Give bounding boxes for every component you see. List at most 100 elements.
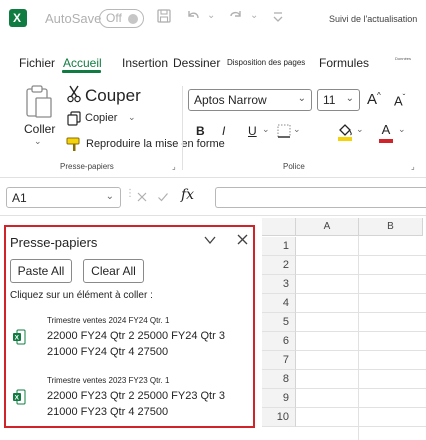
paste-dropdown-icon[interactable]: ⌄ — [34, 136, 42, 147]
font-size-combo[interactable]: 11 ⌄ — [317, 89, 360, 111]
copy-icon[interactable] — [67, 111, 81, 131]
clipboard-item-content: 22000 FY23 Qtr 2 25000 FY23 Qtr 3 21000 … — [47, 390, 225, 418]
grid-row[interactable] — [296, 275, 426, 294]
copy-button[interactable]: Copier — [85, 112, 117, 124]
grid-row[interactable] — [296, 408, 426, 427]
group-divider — [182, 86, 183, 170]
tab-dessiner[interactable]: Dessiner — [173, 56, 220, 70]
underline-button[interactable]: U — [248, 124, 257, 138]
bold-button[interactable]: B — [196, 124, 205, 138]
fill-color-dropdown-icon[interactable]: ⌄ — [356, 124, 364, 135]
paste-icon[interactable] — [24, 84, 54, 125]
underline-dropdown-icon[interactable]: ⌄ — [262, 124, 270, 135]
font-color-button[interactable]: A — [378, 121, 394, 143]
font-color-swatch — [379, 139, 393, 143]
column-header-a[interactable]: A — [296, 218, 359, 236]
formula-input[interactable] — [215, 187, 426, 208]
column-header-b[interactable]: B — [359, 218, 423, 236]
save-icon[interactable] — [156, 8, 172, 28]
document-title[interactable]: Suivi de l'actualisation — [329, 14, 417, 24]
font-name-dropdown-icon[interactable]: ⌄ — [298, 93, 306, 104]
clipboard-group-label: Presse-papiers — [60, 162, 114, 171]
name-box-dropdown-icon[interactable]: ⌄ — [106, 191, 114, 202]
font-color-dropdown-icon[interactable]: ⌄ — [398, 124, 406, 135]
autosave-toggle[interactable]: Off — [99, 9, 144, 28]
tab-insertion[interactable]: Insertion — [122, 56, 168, 70]
decrease-font-size-icon[interactable]: Aˇ — [394, 93, 405, 108]
format-painter-button[interactable]: Reproduire la mise en forme — [86, 138, 225, 150]
row-header[interactable]: 5 — [262, 313, 296, 332]
tab-formules[interactable]: Formules — [319, 56, 369, 70]
clipboard-hint: Cliquez sur un élément à coller : — [10, 290, 153, 301]
row-header[interactable]: 10 — [262, 408, 296, 427]
clipboard-launcher-icon[interactable]: ⌟ — [172, 162, 176, 171]
grid-row[interactable] — [296, 294, 426, 313]
row-header[interactable]: 7 — [262, 351, 296, 370]
row-header[interactable]: 8 — [262, 370, 296, 389]
font-launcher-icon[interactable]: ⌟ — [411, 162, 415, 171]
autosave-label: AutoSave — [45, 11, 102, 26]
cancel-icon[interactable] — [136, 190, 148, 208]
tab-disposition-des-pages[interactable]: Disposition des pages — [227, 58, 305, 67]
pane-options-chevron-icon[interactable] — [203, 233, 217, 252]
insert-function-icon[interactable]: fx — [181, 187, 194, 203]
tab-fichier[interactable]: Fichier — [19, 56, 55, 70]
drag-handle-icon[interactable]: ⋮ — [125, 188, 135, 199]
grid-row[interactable] — [296, 389, 426, 408]
increase-font-size-icon[interactable]: A^ — [367, 91, 381, 108]
select-all-corner[interactable] — [262, 218, 296, 236]
row-header[interactable]: 1 — [262, 237, 296, 256]
name-box-value: A1 — [12, 191, 27, 205]
row-header[interactable]: 3 — [262, 275, 296, 294]
grid-row[interactable] — [296, 351, 426, 370]
font-size-value: 11 — [323, 93, 336, 107]
borders-icon[interactable] — [277, 124, 291, 143]
tab-accueil[interactable]: Accueil — [63, 56, 102, 70]
enter-icon[interactable] — [157, 190, 169, 208]
clipboard-item-content: 22000 FY24 Qtr 2 25000 FY24 Qtr 3 21000 … — [47, 330, 225, 358]
italic-button[interactable]: I — [222, 124, 225, 138]
font-name-value: Aptos Narrow — [194, 93, 267, 107]
borders-dropdown-icon[interactable]: ⌄ — [293, 124, 301, 135]
row-header[interactable]: 2 — [262, 256, 296, 275]
more-commands-icon[interactable] — [271, 9, 285, 27]
grid-row[interactable] — [296, 370, 426, 389]
svg-text:X: X — [15, 335, 20, 342]
excel-clip-icon: X — [12, 389, 26, 405]
undo-dropdown-icon[interactable]: ⌄ — [207, 10, 215, 21]
cut-icon[interactable] — [66, 85, 82, 108]
font-group-label: Police — [283, 162, 305, 171]
fill-color-icon[interactable] — [336, 122, 354, 147]
grid-row[interactable] — [296, 332, 426, 351]
excel-clip-icon: X — [12, 329, 26, 345]
grid-row[interactable] — [296, 237, 426, 256]
paste-all-button[interactable]: Paste All — [10, 259, 72, 283]
clipboard-item-heading: Trimestre ventes 2023 FY23 Qtr. 1 — [47, 376, 170, 385]
copy-dropdown-icon[interactable]: ⌄ — [128, 112, 136, 123]
svg-text:X: X — [15, 395, 20, 402]
active-tab-indicator — [62, 70, 101, 73]
paste-button[interactable]: Coller — [24, 122, 55, 136]
autosave-state: Off — [106, 11, 122, 25]
row-header[interactable]: 4 — [262, 294, 296, 313]
redo-icon[interactable] — [228, 8, 244, 28]
clipboard-item-heading: Trimestre ventes 2024 FY24 Qtr. 1 — [47, 316, 170, 325]
grid-row[interactable] — [296, 256, 426, 275]
clear-all-button[interactable]: Clear All — [83, 259, 144, 283]
redo-dropdown-icon[interactable]: ⌄ — [250, 10, 258, 21]
format-painter-icon[interactable] — [66, 136, 82, 157]
excel-logo-icon: X — [9, 9, 27, 27]
toggle-knob — [128, 14, 138, 24]
font-name-combo[interactable]: Aptos Narrow ⌄ — [188, 89, 312, 111]
row-header[interactable]: 9 — [262, 389, 296, 408]
grid-row[interactable] — [296, 313, 426, 332]
name-box[interactable]: A1 ⌄ — [6, 187, 121, 208]
font-size-dropdown-icon[interactable]: ⌄ — [346, 93, 354, 104]
clipboard-pane-title: Presse-papiers — [10, 235, 98, 250]
font-color-letter: A — [381, 122, 391, 137]
undo-icon[interactable] — [185, 8, 201, 28]
row-header[interactable]: 6 — [262, 332, 296, 351]
tab-donnees[interactable]: Données — [395, 56, 411, 61]
close-icon[interactable] — [236, 233, 249, 251]
cut-button[interactable]: Couper — [85, 86, 141, 106]
